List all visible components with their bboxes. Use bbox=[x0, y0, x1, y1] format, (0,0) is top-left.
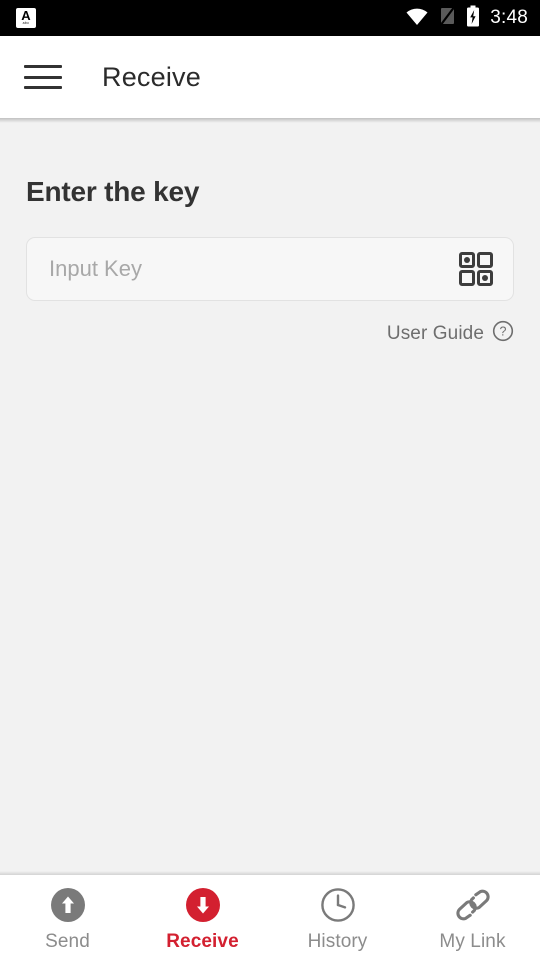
user-guide-link[interactable]: User Guide ? bbox=[26, 320, 514, 347]
nav-item-receive[interactable]: Receive bbox=[135, 886, 270, 953]
nav-item-history[interactable]: History bbox=[270, 886, 405, 953]
bottom-navigation: Send Receive History My Link bbox=[0, 871, 540, 960]
notification-app-icon: A abc bbox=[16, 8, 36, 28]
arrow-up-circle-icon bbox=[49, 886, 87, 924]
section-heading: Enter the key bbox=[26, 176, 200, 207]
app-root: A abc 3:48 Receive Enter the key Input K… bbox=[0, 0, 540, 960]
nav-item-send[interactable]: Send bbox=[0, 886, 135, 953]
qr-code-icon[interactable] bbox=[457, 250, 495, 288]
user-guide-label: User Guide bbox=[386, 322, 484, 344]
link-icon bbox=[454, 886, 492, 924]
hamburger-menu-icon[interactable] bbox=[24, 62, 62, 92]
hamburger-line-1 bbox=[24, 65, 62, 68]
main-content: Enter the key User Guide ? bbox=[0, 118, 540, 875]
nav-label-receive: Receive bbox=[166, 931, 239, 952]
nav-label-my-link: My Link bbox=[439, 931, 506, 952]
cellular-off-icon bbox=[439, 6, 456, 31]
wifi-icon bbox=[405, 6, 429, 31]
hamburger-line-3 bbox=[24, 86, 62, 89]
app-badge-subtext: abc bbox=[22, 21, 30, 26]
app-bar: Receive bbox=[0, 36, 540, 123]
status-bar-right: 3:48 bbox=[405, 5, 528, 32]
svg-text:?: ? bbox=[500, 325, 507, 339]
help-circle-icon[interactable]: ? bbox=[492, 320, 514, 347]
nav-item-my-link[interactable]: My Link bbox=[405, 886, 540, 953]
status-bar: A abc 3:48 bbox=[0, 0, 540, 36]
clock-icon bbox=[319, 886, 357, 924]
nav-label-history: History bbox=[307, 931, 368, 952]
arrow-down-circle-icon bbox=[184, 886, 222, 924]
page-title: Receive bbox=[102, 61, 201, 92]
key-input-container[interactable] bbox=[26, 237, 514, 301]
status-bar-left: A abc bbox=[16, 8, 36, 28]
nav-label-send: Send bbox=[45, 931, 90, 952]
status-bar-clock: 3:48 bbox=[490, 7, 528, 28]
battery-charging-icon bbox=[466, 5, 480, 32]
hamburger-line-2 bbox=[24, 75, 62, 79]
key-input[interactable] bbox=[49, 256, 457, 282]
